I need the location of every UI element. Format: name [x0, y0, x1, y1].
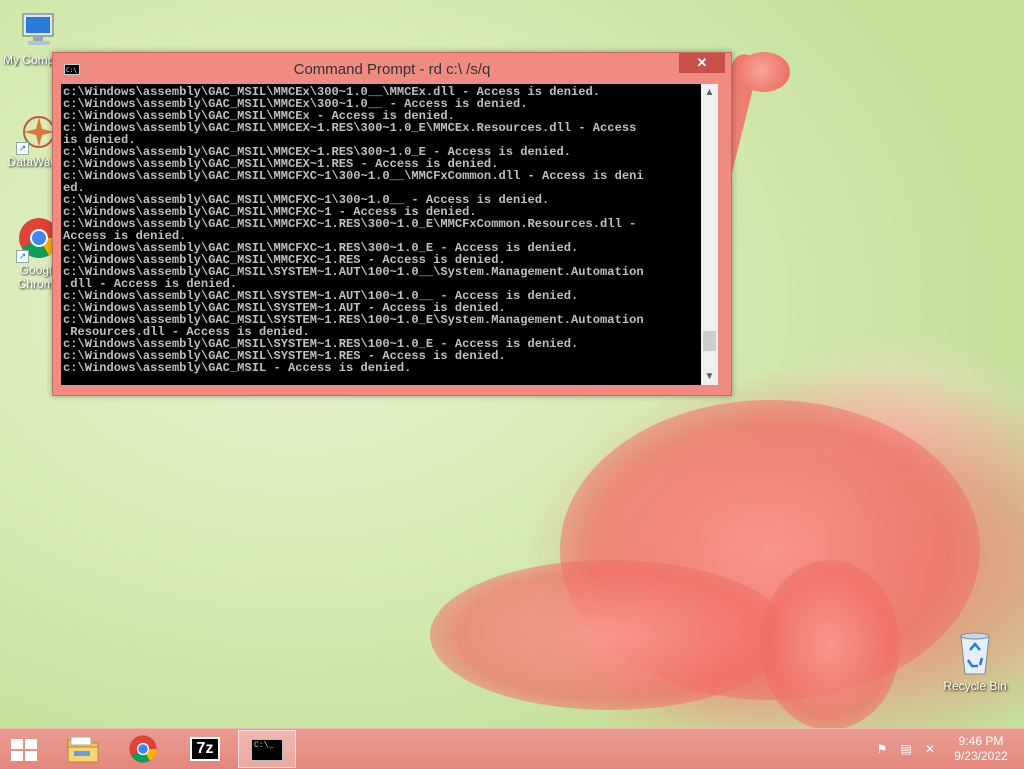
taskbar: 7z C:\_ ⚑ ▤ ✕ 9:46 PM 9/23/2022 [0, 728, 1024, 769]
console-line: c:\Windows\assembly\GAC_MSIL\MMCFXC~1\30… [63, 169, 644, 183]
scroll-thumb[interactable] [703, 331, 716, 351]
taskbar-clock[interactable]: 9:46 PM 9/23/2022 [946, 734, 1016, 764]
recycle-bin-icon [960, 632, 990, 675]
console-text: c:\Windows\assembly\GAC_MSIL\MMCEx\300~1… [61, 84, 701, 374]
desktop-icon-recycle-bin[interactable]: Recycle Bin [938, 630, 1012, 693]
taskbar-7zip[interactable]: 7z [176, 730, 234, 768]
console-line: c:\Windows\assembly\GAC_MSIL - Access is… [63, 361, 412, 375]
vertical-scrollbar[interactable]: ▲ ▼ [701, 84, 718, 385]
clock-date: 9/23/2022 [954, 749, 1008, 763]
volume-muted-icon[interactable]: ✕ [922, 742, 938, 756]
wallpaper-petal [430, 560, 790, 710]
chrome-icon [129, 735, 157, 763]
file-explorer-icon [67, 736, 99, 763]
command-prompt-label: C:\_ [254, 741, 274, 750]
wallpaper-petal [760, 560, 900, 728]
7zip-label: 7z [196, 740, 214, 757]
shortcut-arrow-icon: ↗ [16, 142, 29, 155]
shortcut-arrow-icon: ↗ [16, 250, 29, 263]
7zip-icon: 7z [190, 737, 220, 761]
taskbar-file-explorer[interactable] [54, 730, 112, 768]
console-line: c:\Windows\assembly\GAC_MSIL\MMCEX~1.RES… [63, 121, 637, 135]
wallpaper-stamen-head [738, 52, 790, 92]
window-title: Command Prompt - rd c:\ /s/q [293, 61, 491, 78]
window-titlebar[interactable]: C:\ Command Prompt - rd c:\ /s/q ✕ [53, 53, 731, 83]
windows-logo-icon [11, 739, 38, 761]
taskbar-command-prompt[interactable]: C:\_ [238, 730, 296, 768]
taskbar-chrome[interactable] [114, 730, 172, 768]
close-button[interactable]: ✕ [679, 53, 725, 73]
network-icon[interactable]: ▤ [898, 742, 914, 756]
desktop-icon-label: Recycle Bin [943, 679, 1007, 693]
command-prompt-icon: C:\_ [251, 739, 283, 761]
scroll-down-arrow-icon[interactable]: ▼ [701, 368, 718, 385]
command-prompt-window[interactable]: C:\ Command Prompt - rd c:\ /s/q ✕ c:\Wi… [52, 52, 732, 396]
console-output[interactable]: c:\Windows\assembly\GAC_MSIL\MMCEx\300~1… [61, 84, 701, 385]
scroll-up-arrow-icon[interactable]: ▲ [701, 84, 718, 101]
clock-time: 9:46 PM [958, 734, 1004, 748]
action-center-flag-icon[interactable]: ⚑ [874, 742, 890, 756]
computer-icon [22, 13, 54, 45]
start-button[interactable] [0, 730, 50, 768]
